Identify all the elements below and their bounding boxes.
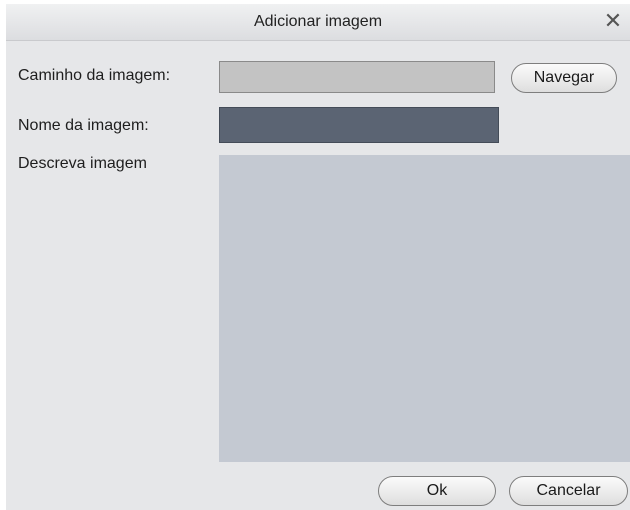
image-name-label: Nome da imagem:	[18, 117, 149, 134]
image-path-input[interactable]	[219, 61, 495, 93]
image-path-label: Caminho da imagem:	[18, 67, 171, 84]
image-name-input[interactable]	[219, 107, 499, 143]
dialog-title: Adicionar imagem	[253, 13, 383, 30]
image-description-label: Descreva imagem	[18, 155, 147, 172]
add-image-dialog: Adicionar imagem ✕ Caminho da imagem: Na…	[6, 4, 630, 510]
image-description-textarea[interactable]	[219, 155, 630, 462]
browse-button[interactable]: Navegar	[511, 63, 617, 93]
cancel-button[interactable]: Cancelar	[509, 476, 628, 506]
close-icon[interactable]: ✕	[600, 8, 626, 34]
title-bar: Adicionar imagem ✕	[6, 4, 630, 41]
ok-button[interactable]: Ok	[378, 476, 496, 506]
